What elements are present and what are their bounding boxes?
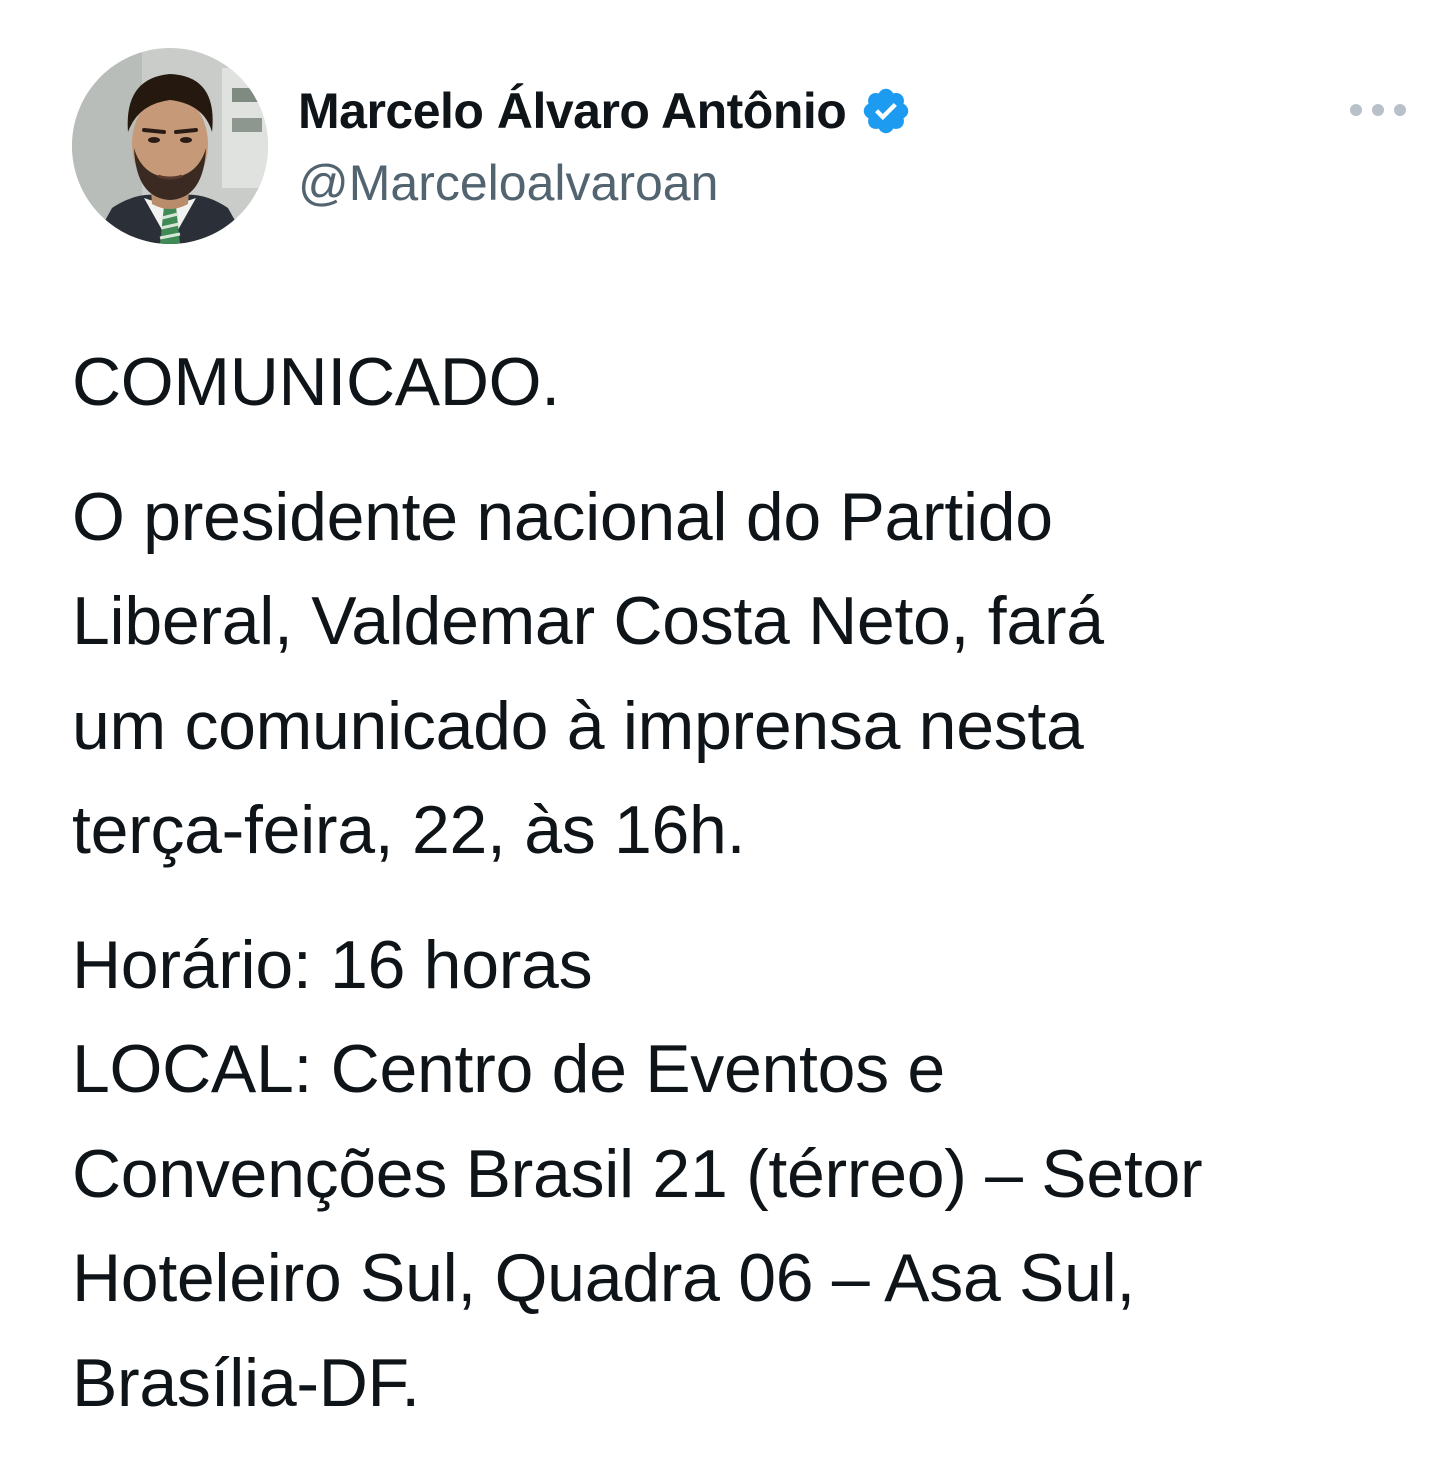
author-handle[interactable]: @Marceloalvaroan: [298, 152, 718, 214]
more-horizontal-icon: [1372, 104, 1384, 116]
author-display-name[interactable]: Marcelo Álvaro Antônio: [298, 80, 847, 142]
more-horizontal-icon: [1394, 104, 1406, 116]
more-horizontal-icon: [1350, 104, 1362, 116]
tweet-paragraph: O presidente nacional do Partido Liberal…: [72, 478, 1104, 869]
tweet-paragraph: COMUNICADO.: [72, 344, 560, 420]
tweet-paragraph: Horário: 16 horas LOCAL: Centro de Event…: [72, 926, 1203, 1421]
tweet-text: COMUNICADO. O presidente nacional do Par…: [72, 330, 1392, 1435]
verified-badge-icon: [860, 85, 912, 137]
more-options-button[interactable]: [1346, 88, 1410, 132]
avatar-photo: [72, 48, 268, 244]
tweet-card: Marcelo Álvaro Antônio @Marceloalvaroan …: [0, 0, 1440, 1479]
author-name-row: Marcelo Álvaro Antônio: [298, 80, 912, 142]
avatar[interactable]: [72, 48, 268, 244]
